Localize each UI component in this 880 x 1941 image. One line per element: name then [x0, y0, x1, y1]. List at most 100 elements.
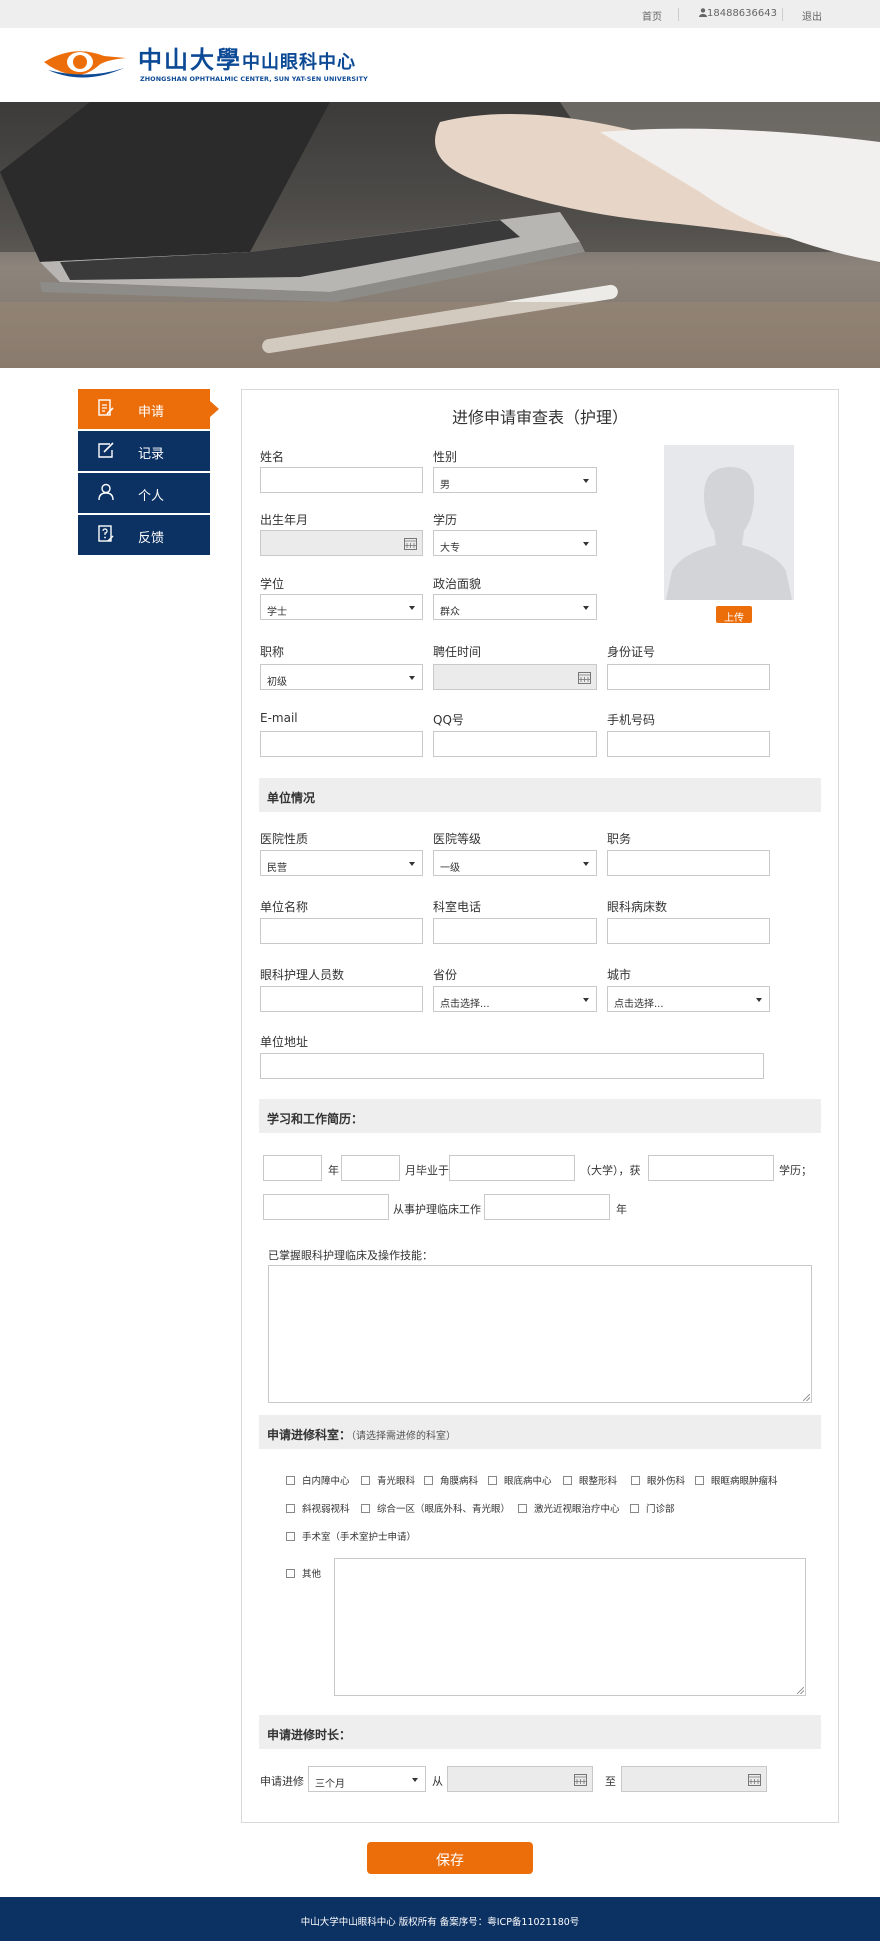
- logout-link[interactable]: 退出: [802, 8, 822, 23]
- user-phone: 18488636643: [699, 8, 777, 19]
- nurse-count-input[interactable]: [260, 986, 423, 1012]
- dept-checkbox-other[interactable]: 其他: [286, 1566, 321, 1580]
- end-date-input[interactable]: [621, 1766, 767, 1792]
- gender-select[interactable]: 男: [433, 467, 597, 493]
- province-value: 点击选择...: [440, 999, 490, 1010]
- position-input[interactable]: [607, 850, 770, 876]
- education-select[interactable]: 大专: [433, 530, 597, 556]
- hospital-type-select[interactable]: 民营: [260, 850, 423, 876]
- hospital-level-label: 医院等级: [433, 832, 482, 846]
- checkbox[interactable]: [286, 1568, 295, 1578]
- eye-logo-icon: [44, 51, 126, 78]
- dept-checkbox-oculoplastic[interactable]: 眼整形科: [563, 1473, 617, 1487]
- hospital-level-select[interactable]: 一级: [433, 850, 597, 876]
- degree-obtained-input[interactable]: [648, 1155, 774, 1181]
- logo-center: 中山眼科中心: [242, 52, 356, 73]
- duration-select[interactable]: 三个月: [308, 1766, 426, 1792]
- chevron-down-icon: [583, 862, 589, 866]
- checkbox-label: 白内障中心: [302, 1476, 350, 1487]
- degree-select[interactable]: 学士: [260, 594, 423, 620]
- id-number-input[interactable]: [607, 664, 770, 690]
- name-input[interactable]: [260, 467, 423, 493]
- politics-label: 政治面貌: [433, 577, 482, 591]
- hire-date-label: 聘任时间: [433, 645, 482, 659]
- chevron-down-icon: [583, 606, 589, 610]
- dept-checkbox-laser[interactable]: 激光近视眼治疗中心: [518, 1501, 620, 1515]
- politics-select[interactable]: 群众: [433, 594, 597, 620]
- chevron-down-icon: [583, 542, 589, 546]
- city-select[interactable]: 点击选择...: [607, 986, 770, 1012]
- eye-beds-label: 眼科病床数: [607, 900, 668, 914]
- province-label: 省份: [433, 968, 458, 982]
- checkbox[interactable]: [630, 1503, 639, 1513]
- hire-date-input[interactable]: [433, 664, 597, 690]
- chevron-down-icon: [583, 479, 589, 483]
- checkbox[interactable]: [286, 1531, 295, 1541]
- dept-checkbox-trauma[interactable]: 眼外伤科: [631, 1473, 685, 1487]
- checkbox-label: 角膜病科: [440, 1476, 479, 1487]
- site-header: 中山大學中山眼科中心 ZHONGSHAN OPHTHALMIC CENTER, …: [0, 28, 880, 102]
- checkbox[interactable]: [286, 1503, 295, 1513]
- logo-university: 中山大學: [138, 45, 242, 74]
- birth-date-input[interactable]: [260, 530, 423, 556]
- gender-value: 男: [440, 480, 450, 491]
- name-label: 姓名: [260, 450, 285, 464]
- checkbox[interactable]: [563, 1475, 572, 1485]
- resize-grip-icon[interactable]: [797, 1687, 804, 1694]
- dept-checkbox-cataract[interactable]: 白内障中心: [286, 1473, 350, 1487]
- grad-year-input[interactable]: [263, 1155, 322, 1181]
- save-button[interactable]: 保存: [367, 1842, 533, 1874]
- dept-checkbox-cornea[interactable]: 角膜病科: [424, 1473, 478, 1487]
- checkbox-label: 眼眶病眼肿瘤科: [711, 1476, 778, 1487]
- mobile-input[interactable]: [607, 731, 770, 757]
- calendar-icon: [404, 538, 417, 550]
- hospital-type-label: 医院性质: [260, 832, 309, 846]
- title-select[interactable]: 初级: [260, 664, 423, 690]
- checkbox[interactable]: [631, 1475, 640, 1485]
- address-input[interactable]: [260, 1053, 764, 1079]
- upload-photo-button[interactable]: 上传: [716, 606, 752, 624]
- checkbox[interactable]: [361, 1475, 370, 1485]
- dept-checkbox-general-ward[interactable]: 综合一区（眼底外科、青光眼）: [361, 1501, 510, 1515]
- edit-doc-icon: [98, 399, 114, 416]
- checkbox[interactable]: [695, 1475, 704, 1485]
- other-dept-textarea[interactable]: [334, 1558, 806, 1696]
- province-select[interactable]: 点击选择...: [433, 986, 597, 1012]
- dept-checkbox-fundus[interactable]: 眼底病中心: [488, 1473, 552, 1487]
- checkbox[interactable]: [424, 1475, 433, 1485]
- email-label: E-mail: [260, 711, 298, 725]
- education-value: 大专: [440, 543, 460, 554]
- sidebar-item-profile[interactable]: 个人: [78, 473, 210, 513]
- home-link[interactable]: 首页: [642, 8, 662, 23]
- chevron-down-icon: [409, 862, 415, 866]
- grad-month-input[interactable]: [341, 1155, 400, 1181]
- sidebar-item-feedback[interactable]: 反馈: [78, 515, 210, 555]
- start-date-input[interactable]: [447, 1766, 593, 1792]
- dept-phone-input[interactable]: [433, 918, 597, 944]
- dept-checkbox-operating-room[interactable]: 手术室（手术室护士申请）: [286, 1529, 416, 1543]
- unit-name-input[interactable]: [260, 918, 423, 944]
- dept-checkbox-orbit-tumor[interactable]: 眼眶病眼肿瘤科: [695, 1473, 778, 1487]
- city-value: 点击选择...: [614, 999, 664, 1010]
- sidebar-item-apply[interactable]: 申请: [78, 389, 219, 429]
- sidebar-item-label: 个人: [138, 489, 165, 504]
- degree-label: 学位: [260, 577, 285, 591]
- checkbox[interactable]: [518, 1503, 527, 1513]
- work-start-input[interactable]: [263, 1194, 389, 1220]
- work-years-input[interactable]: [484, 1194, 610, 1220]
- checkbox[interactable]: [361, 1503, 370, 1513]
- resize-grip-icon[interactable]: [803, 1394, 810, 1401]
- chevron-down-icon: [756, 998, 762, 1002]
- skills-textarea[interactable]: [268, 1265, 812, 1403]
- email-input[interactable]: [260, 731, 423, 757]
- eye-beds-input[interactable]: [607, 918, 770, 944]
- checkbox[interactable]: [286, 1475, 295, 1485]
- university-input[interactable]: [449, 1155, 575, 1181]
- checkbox-label: 眼底病中心: [504, 1476, 552, 1487]
- dept-checkbox-strabismus[interactable]: 斜视弱视科: [286, 1501, 350, 1515]
- checkbox[interactable]: [488, 1475, 497, 1485]
- dept-checkbox-outpatient[interactable]: 门诊部: [630, 1501, 675, 1515]
- dept-checkbox-glaucoma[interactable]: 青光眼科: [361, 1473, 415, 1487]
- qq-input[interactable]: [433, 731, 597, 757]
- sidebar-item-records[interactable]: 记录: [78, 431, 210, 471]
